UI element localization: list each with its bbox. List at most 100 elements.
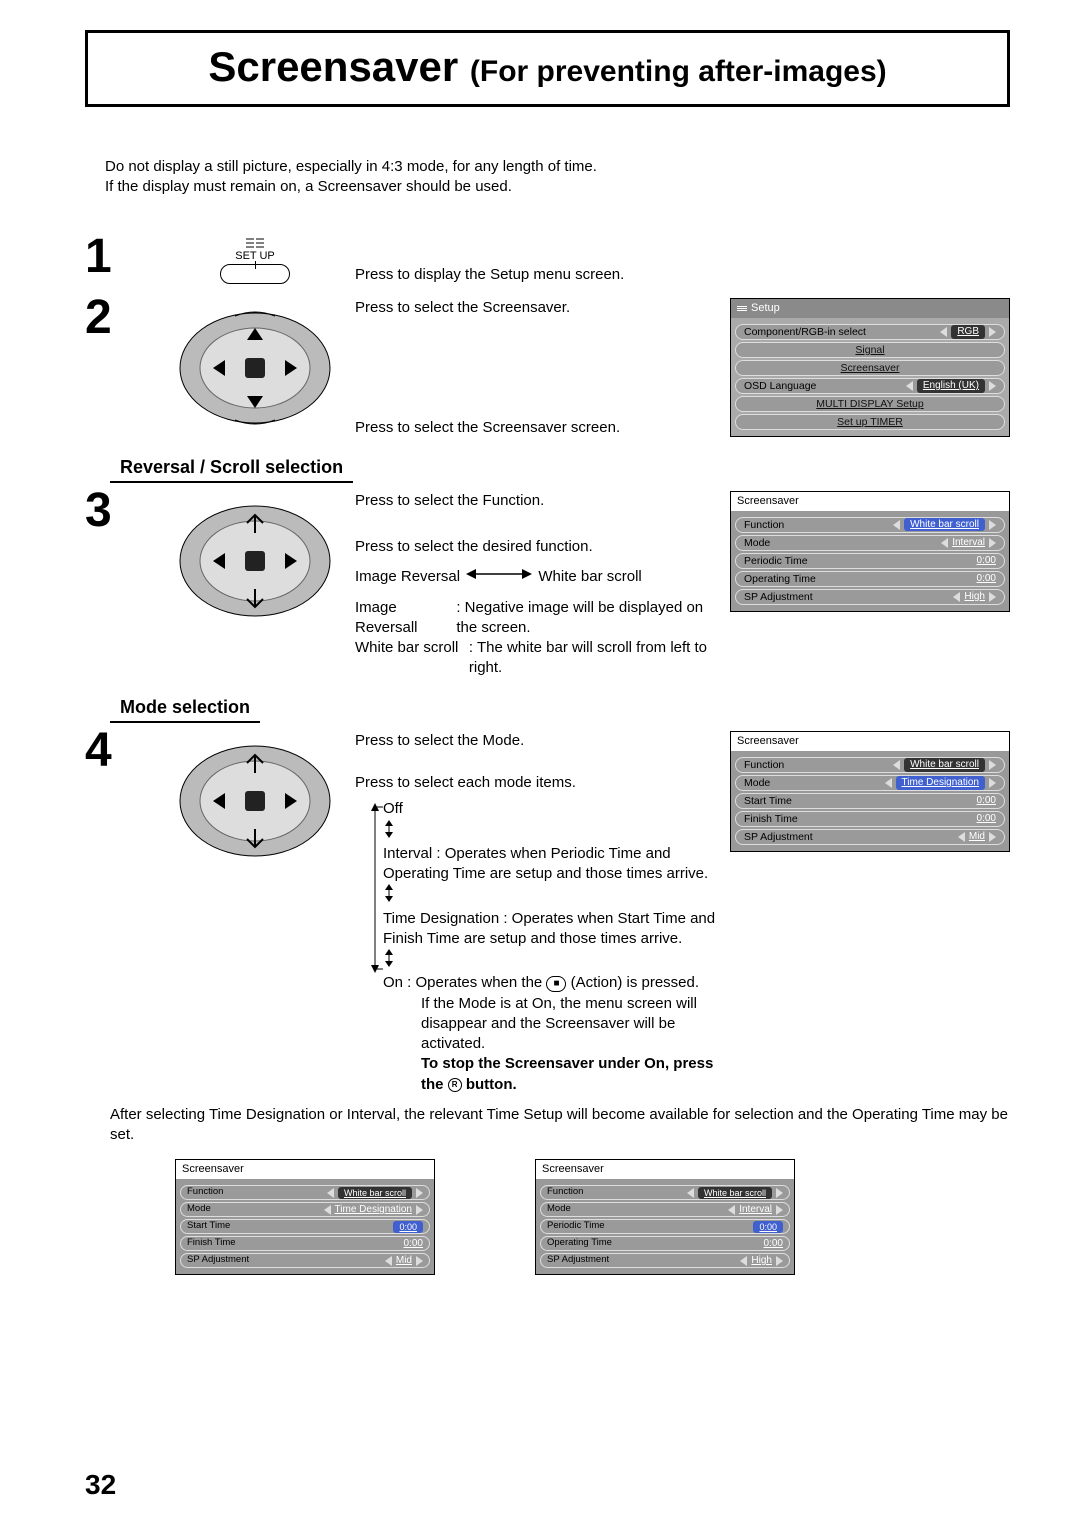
osd-row-val: 0:00 [977,554,996,568]
dpad-diagram [175,491,335,621]
intro-line-1: Do not display a still picture, especial… [105,157,1010,177]
osd-row-label: Finish Time [744,812,798,826]
osd-row-label: SP Adjustment [744,830,813,844]
osd-row-label: Function [187,1186,223,1199]
osd-row-val: Time Designation [335,1203,412,1217]
osd-row-signal: Signal [855,343,884,357]
osd-row-val: Mid [969,830,985,844]
bottom-osd-group: Screensaver Function White bar scroll Mod… [175,1159,1010,1275]
osd-screensaver-menu-2: Screensaver Function White bar scroll Mod… [730,731,1010,852]
osd-row-label: Function [547,1186,583,1199]
osd-row-label: Operating Time [547,1237,612,1250]
step-number-1: 1 [85,233,155,288]
osd-title: Screensaver [731,732,1009,751]
step3-text1: Press to select the Function. [355,491,720,511]
osd-row-label: Finish Time [187,1237,236,1250]
mode-on-b: (Action) is pressed. [571,974,699,991]
osd-row-label: Periodic Time [744,554,808,568]
osd-row-val: Interval [952,536,985,550]
osd-title: Screensaver [176,1160,434,1179]
image-reversal-label: Image Reversal [355,568,460,585]
osd-row-val: White bar scroll [698,1187,772,1199]
osd-row-label: Component/RGB-in select [744,325,866,339]
step-2: 2 Press to select the Screensaver. Press… [85,298,1010,439]
osd-row-val: Mid [396,1254,412,1268]
step-number-2: 2 [85,294,155,439]
osd-row-label: Mode [744,776,770,790]
step1-text: Press to display the Setup menu screen. [355,266,624,283]
osd-row-label: SP Adjustment [187,1254,249,1267]
osd-row-label: Function [744,518,784,532]
mode-on-a: On : Operates when the [383,974,546,991]
desc-white-bar-text: : The white bar will scroll from left to… [469,638,720,679]
osd-setup-title: Setup [751,301,780,316]
section-reversal-scroll: Reversal / Scroll selection [110,455,353,483]
osd-row-val: 0:00 [977,572,996,586]
step2-text2: Press to select the Screensaver screen. [355,418,720,438]
osd-row-label: SP Adjustment [547,1254,609,1267]
updown-arrow-icon [383,949,395,967]
intro-text: Do not display a still picture, especial… [105,157,1010,198]
osd-row-val: 0:00 [393,1221,423,1233]
step-4: 4 Press to select the Mode. Press to sel… [85,731,1010,1095]
step-number-3: 3 [85,487,155,679]
osd-row-label: Function [744,758,784,772]
step2-text1: Press to select the Screensaver. [355,298,720,318]
osd-row-multi: MULTI DISPLAY Setup [816,397,923,411]
stop-text-b: button. [466,1076,517,1093]
updown-arrow-icon [383,820,395,838]
osd-row-val: White bar scroll [338,1187,412,1199]
osd-row-label: Periodic Time [547,1220,605,1233]
osd-setup-menu: Setup Component/RGB-in selectRGB Signal … [730,298,1010,437]
page-title-box: Screensaver (For preventing after-images… [85,30,1010,107]
mode-interval: Interval : Operates when Periodic Time a… [383,844,720,885]
osd-row-val: 0:00 [753,1221,783,1233]
section-mode-selection: Mode selection [110,695,260,723]
osd-row-val: Time Designation [896,776,985,790]
desc-img-rev-text: : Negative image will be displayed on th… [456,598,720,639]
osd-row-val: White bar scroll [904,758,985,772]
stop-screensaver-note: To stop the Screensaver under On, press … [383,1054,720,1095]
intro-line-2: If the display must remain on, a Screens… [105,177,1010,197]
osd-bottom-1: Screensaver Function White bar scroll Mod… [175,1159,435,1275]
osd-screensaver-menu-1: Screensaver Function White bar scroll Mod… [730,491,1010,612]
osd-row-label: Operating Time [744,572,816,586]
osd-row-val: White bar scroll [904,518,985,532]
osd-row-label: Mode [744,536,770,550]
dpad-diagram [175,731,335,861]
mode-on: On : Operates when the ■ (Action) is pre… [383,973,720,993]
white-bar-scroll-label: White bar scroll [538,568,641,585]
mode-time-designation: Time Designation : Operates when Start T… [383,909,720,950]
step3-text2: Press to select the desired function. [355,537,720,557]
osd-row-val: Interval [739,1203,772,1217]
osd-row-val: High [751,1254,772,1268]
osd-row-label: Start Time [744,794,792,808]
osd-row-label: Mode [187,1203,211,1216]
dpad-diagram [175,298,335,428]
step-number-4: 4 [85,727,155,1095]
osd-row-label: SP Adjustment [744,590,813,604]
double-arrow-icon [464,567,534,587]
osd-row-val: 0:00 [977,812,996,826]
step4-text2: Press to select each mode items. [355,773,720,793]
osd-row-val: High [964,590,985,604]
step-3: 3 Press to select the Function. Press to… [85,491,1010,679]
mode-on-note: If the Mode is at On, the menu screen wi… [383,994,720,1055]
desc-white-bar-label: White bar scroll [355,638,469,679]
osd-title: Screensaver [731,492,1009,511]
after-selection-text: After selecting Time Designation or Inte… [110,1105,1010,1146]
osd-bottom-2: Screensaver FunctionWhite bar scroll Mod… [535,1159,795,1275]
osd-row-timer: Set up TIMER [837,415,903,429]
title-main: Screensaver [208,43,470,90]
osd-row-label: Start Time [187,1220,230,1233]
osd-title: Screensaver [536,1160,794,1179]
osd-row-screensaver: Screensaver [841,361,900,375]
page-number: 32 [85,1466,116,1504]
osd-row-val: 0:00 [977,794,996,808]
updown-arrow-icon [383,884,395,902]
r-button-icon: R [448,1078,462,1092]
step-1: 1 SET UP Press to display the Setup menu… [85,237,1010,288]
osd-row-osd-lang: OSD Language [744,379,816,393]
osd-row-val: English (UK) [917,379,985,393]
mode-off: Off [383,799,720,819]
